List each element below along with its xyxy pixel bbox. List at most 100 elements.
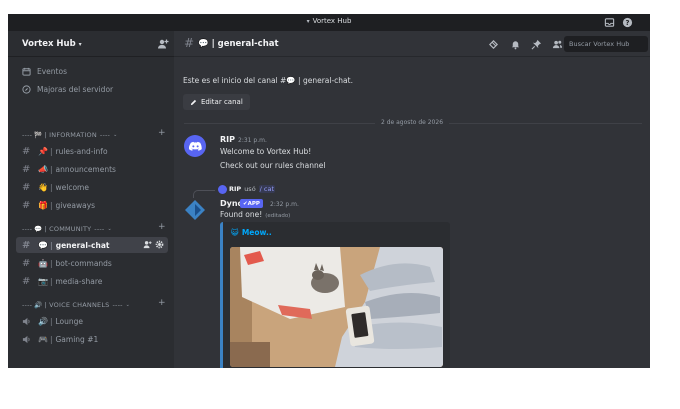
channel-name: general-chat xyxy=(55,240,110,250)
search-input[interactable]: Buscar Vortex Hub xyxy=(564,36,648,52)
reply-avatar xyxy=(218,185,227,194)
category-label: VOICE CHANNELS xyxy=(49,301,110,309)
create-channel-icon[interactable]: + xyxy=(158,222,166,232)
server-header[interactable]: Vortex Hub ▾ xyxy=(8,31,174,57)
channel-announcements[interactable]: # 📣 | announcements xyxy=(16,161,168,177)
channel-emoji: 🤖 xyxy=(38,258,48,268)
pin-icon[interactable] xyxy=(531,39,542,50)
message-embed: 😺 Meow.. xyxy=(220,222,450,368)
avatar[interactable] xyxy=(184,135,206,157)
message-timestamp: 2:32 p.m. xyxy=(270,201,299,208)
channel-name: rules-and-info xyxy=(55,146,108,156)
channel-rules-and-info[interactable]: # 📌 | rules-and-info xyxy=(16,143,168,159)
category-prefix: ---- xyxy=(22,131,33,139)
speaker-icon xyxy=(22,317,30,325)
app-logo-icon: ▾ xyxy=(306,18,310,25)
voice-channel-lounge[interactable]: 🔊 | Lounge xyxy=(16,313,168,329)
threads-icon[interactable] xyxy=(488,39,499,50)
channel-divider: | xyxy=(49,200,53,210)
channel-media-share[interactable]: # 📷 | media-share xyxy=(16,273,168,289)
category-voice-channels[interactable]: ---- 🔊 | VOICE CHANNELS ---- ⌄ xyxy=(22,299,130,311)
inbox-icon[interactable] xyxy=(604,17,615,28)
embed-title[interactable]: 😺 Meow.. xyxy=(231,228,272,237)
pencil-icon xyxy=(190,99,197,105)
channel-divider: | xyxy=(49,334,53,344)
slash-command[interactable]: / cat xyxy=(258,185,276,193)
category-suffix: ---- xyxy=(112,301,123,309)
channel-divider: | xyxy=(49,316,53,326)
reply-author: RIP xyxy=(229,185,242,193)
nav-label-events: Eventos xyxy=(37,66,67,76)
channel-emoji: 👋 xyxy=(38,182,48,192)
text-channel-icon: # xyxy=(22,275,31,287)
speaker-icon xyxy=(22,335,30,343)
nav-item-server-boosts[interactable]: Majoras del servidor xyxy=(22,82,113,96)
channel-header: # 💬 | general-chat Buscar Vortex Hub xyxy=(174,31,650,57)
discord-logo-icon xyxy=(188,141,202,151)
category-suffix: ---- xyxy=(99,131,111,139)
channel-divider: | xyxy=(49,164,53,174)
create-invite-icon[interactable] xyxy=(143,240,152,249)
channel-emoji: 🎮 xyxy=(38,334,48,344)
invite-people-icon[interactable] xyxy=(157,38,169,50)
category-suffix: ---- xyxy=(94,225,105,233)
message-text: Check out our rules channel xyxy=(220,161,326,170)
member-list-icon[interactable] xyxy=(552,39,563,50)
channel-welcome[interactable]: # 👋 | welcome xyxy=(16,179,168,195)
create-channel-icon[interactable]: + xyxy=(158,298,166,308)
channel-title: 💬 | general-chat xyxy=(198,39,279,49)
message-text: Found one! xyxy=(220,210,263,219)
text-channel-icon: # xyxy=(22,163,31,175)
edit-channel-button[interactable]: Editar canal xyxy=(183,94,250,110)
title-bar: ▾ Vortex Hub ? xyxy=(8,14,650,31)
embed-title-text: Meow.. xyxy=(241,228,272,237)
voice-channel-gaming-1[interactable]: 🎮 | Gaming #1 xyxy=(16,331,168,347)
chevron-down-icon: ▾ xyxy=(78,41,82,48)
bell-icon[interactable] xyxy=(510,39,521,50)
chevron-down-icon: ⌄ xyxy=(107,226,112,232)
text-channel-icon: # xyxy=(22,145,31,157)
channel-name: giveaways xyxy=(55,200,96,210)
text-channel-icon: # xyxy=(184,36,195,50)
reply-verb: usó xyxy=(244,185,256,193)
server-name: Vortex Hub xyxy=(22,39,76,49)
category-information[interactable]: ---- 🏁 | INFORMATION ---- ⌄ xyxy=(22,129,118,141)
compass-icon xyxy=(22,84,31,94)
category-label: COMMUNITY xyxy=(49,225,92,233)
app-badge: ✔APP xyxy=(240,199,263,208)
channel-name: Lounge xyxy=(55,316,84,326)
category-prefix: ---- xyxy=(22,225,33,233)
channel-divider: | xyxy=(49,146,53,156)
chevron-down-icon: ⌄ xyxy=(125,302,131,308)
channel-emoji: 📣 xyxy=(38,164,48,174)
channel-general-chat[interactable]: # 💬 | general-chat xyxy=(16,237,168,253)
category-community[interactable]: ---- 💬 | COMMUNITY ---- ⌄ xyxy=(22,223,112,235)
cat-photo-image xyxy=(230,247,443,367)
channel-name: welcome xyxy=(55,182,89,192)
channel-emoji: 📌 xyxy=(38,146,48,156)
channel-title-emoji: 💬 xyxy=(198,39,209,49)
create-channel-icon[interactable]: + xyxy=(158,128,166,138)
nav-item-events[interactable]: Eventos xyxy=(22,64,67,78)
embed-image[interactable] xyxy=(230,247,443,367)
channel-divider: | xyxy=(49,240,53,250)
avatar[interactable] xyxy=(184,199,206,221)
message-author[interactable]: RIP xyxy=(220,135,235,144)
channel-giveaways[interactable]: # 🎁 | giveaways xyxy=(16,197,168,213)
server-name-button[interactable]: Vortex Hub ▾ xyxy=(22,39,82,49)
chat-area: # 💬 | general-chat Buscar Vortex Hub Est… xyxy=(174,31,650,368)
message-content: Found one! (editado) xyxy=(220,210,290,219)
channel-divider: | xyxy=(211,39,215,49)
chevron-down-icon: ⌄ xyxy=(113,132,118,138)
text-channel-icon: # xyxy=(22,199,31,211)
message-text: Welcome to Vortex Hub! xyxy=(220,147,312,156)
channel-emoji: 🔊 xyxy=(38,316,48,326)
channel-sidebar: Vortex Hub ▾ Eventos Majoras del servidor… xyxy=(8,31,174,368)
reply-reference[interactable]: RIP usó / cat xyxy=(229,185,276,193)
gear-icon[interactable] xyxy=(155,240,164,249)
reply-connector xyxy=(193,190,215,198)
category-emoji: 🔊 xyxy=(34,301,43,309)
channel-emoji: 🎁 xyxy=(38,200,48,210)
help-icon[interactable]: ? xyxy=(622,17,633,28)
channel-bot-commands[interactable]: # 🤖 | bot-commands xyxy=(16,255,168,271)
